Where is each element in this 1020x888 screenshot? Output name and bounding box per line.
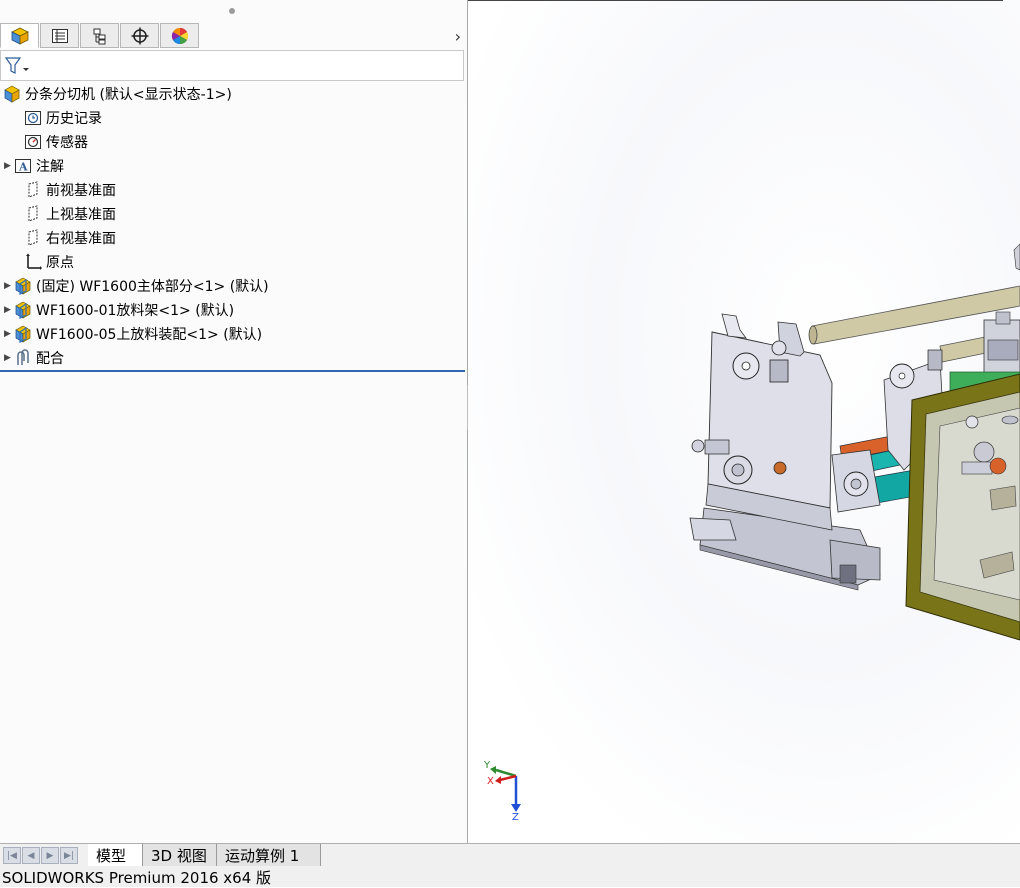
graphics-viewport[interactable]: Y X Z xyxy=(468,0,1020,843)
plane-icon xyxy=(24,181,42,199)
tree-item-label: 原点 xyxy=(46,255,74,271)
tree-item-label: (固定) WF1600主体部分<1> (默认) xyxy=(36,279,269,295)
subassembly-icon xyxy=(14,301,32,319)
assembly-icon xyxy=(3,85,21,103)
tab-configurationmanager[interactable] xyxy=(80,23,119,48)
tree-item-label: 前视基准面 xyxy=(46,183,116,199)
tree-root-label: 分条分切机 (默认<显示状态-1>) xyxy=(25,87,232,103)
prev-tab-icon[interactable]: ◀ xyxy=(22,847,40,864)
tab-model[interactable]: 模型 xyxy=(88,844,143,866)
tree-item-label: 注解 xyxy=(36,159,64,175)
tree-item-label: 配合 xyxy=(36,351,64,367)
tree-item-upper-unwind[interactable]: ▶ WF1600-05上放料装配<1> (默认) xyxy=(4,323,262,345)
expand-arrow-icon[interactable]: ▶ xyxy=(4,281,14,291)
featuremanager-tree-icon xyxy=(10,27,29,45)
tree-item-top-plane[interactable]: 上视基准面 xyxy=(14,203,116,225)
chevron-right-icon[interactable]: › xyxy=(455,27,461,46)
triad-x-label: X xyxy=(487,776,494,787)
tree-item-front-plane[interactable]: 前视基准面 xyxy=(14,179,116,201)
tree-item-mates[interactable]: ▶ 配合 xyxy=(4,347,64,369)
bottom-tab-bar: |◀ ◀ ▶ ▶| 模型 3D 视图 运动算例 1 xyxy=(0,843,1020,867)
filter-icon[interactable] xyxy=(5,57,29,75)
plane-icon xyxy=(24,229,42,247)
status-text: SOLIDWORKS Premium 2016 x64 版 xyxy=(2,868,272,887)
configurationmanager-icon xyxy=(93,28,105,44)
tree-item-label: 传感器 xyxy=(46,135,88,151)
feature-manager-panel: › 分条分切机 (默认<显示状态-1>) 历史记录 传感器 ▶ A 注解 前视基… xyxy=(0,0,467,843)
tab-propertymanager[interactable] xyxy=(40,23,79,48)
triad-z-label: Z xyxy=(512,812,519,823)
expand-arrow-icon[interactable]: ▶ xyxy=(4,329,14,339)
tree-item-history[interactable]: 历史记录 xyxy=(14,107,102,129)
expand-arrow-icon[interactable]: ▶ xyxy=(4,305,14,315)
view-orientation-triad[interactable]: Y X Z xyxy=(482,760,530,826)
displaymanager-color-wheel-icon xyxy=(171,27,188,44)
sensor-icon xyxy=(24,133,42,151)
tree-item-unwind-rack[interactable]: ▶ WF1600-01放料架<1> (默认) xyxy=(4,299,234,321)
rollback-bar[interactable] xyxy=(0,370,465,372)
status-bar: SOLIDWORKS Premium 2016 x64 版 xyxy=(0,867,1020,887)
tree-item-annotations[interactable]: ▶ A 注解 xyxy=(4,155,64,177)
tree-item-label: WF1600-01放料架<1> (默认) xyxy=(36,303,235,319)
history-icon xyxy=(24,109,42,127)
annotation-icon: A xyxy=(14,157,32,175)
expand-arrow-icon[interactable]: ▶ xyxy=(4,353,14,363)
tree-item-main-body[interactable]: ▶ (固定) WF1600主体部分<1> (默认) xyxy=(4,275,269,297)
propertymanager-icon xyxy=(51,28,68,43)
manager-tabs: › xyxy=(0,23,467,49)
origin-icon xyxy=(24,253,42,271)
subassembly-icon xyxy=(14,325,32,343)
tree-item-label: 右视基准面 xyxy=(46,231,116,247)
triad-y-label: Y xyxy=(484,760,491,771)
panel-grip-icon[interactable] xyxy=(229,8,235,14)
tree-item-origin[interactable]: 原点 xyxy=(14,251,74,273)
tree-filter-bar[interactable] xyxy=(0,50,464,81)
subassembly-icon xyxy=(14,277,32,295)
tree-item-sensors[interactable]: 传感器 xyxy=(14,131,88,153)
svg-text:A: A xyxy=(18,161,28,174)
last-tab-icon[interactable]: ▶| xyxy=(60,847,78,864)
plane-icon xyxy=(24,205,42,223)
tab-3d-views[interactable]: 3D 视图 xyxy=(143,844,217,866)
tab-featuremanager[interactable] xyxy=(0,23,39,48)
tree-item-label: 历史记录 xyxy=(46,111,102,127)
tree-item-label: WF1600-05上放料装配<1> (默认) xyxy=(36,327,263,343)
tree-root[interactable]: 分条分切机 (默认<显示状态-1>) xyxy=(3,83,232,105)
mates-icon xyxy=(14,349,32,367)
assembly-model-render[interactable] xyxy=(468,0,1020,843)
tree-item-right-plane[interactable]: 右视基准面 xyxy=(14,227,116,249)
tab-motion-study-1[interactable]: 运动算例 1 xyxy=(217,844,321,866)
tab-dimxpertmanager[interactable] xyxy=(120,23,159,48)
next-tab-icon[interactable]: ▶ xyxy=(41,847,59,864)
expand-arrow-icon[interactable]: ▶ xyxy=(4,161,14,171)
tree-item-label: 上视基准面 xyxy=(46,207,116,223)
dimxpert-crosshair-icon xyxy=(131,27,148,44)
first-tab-icon[interactable]: |◀ xyxy=(3,847,21,864)
tab-displaymanager[interactable] xyxy=(160,23,199,48)
